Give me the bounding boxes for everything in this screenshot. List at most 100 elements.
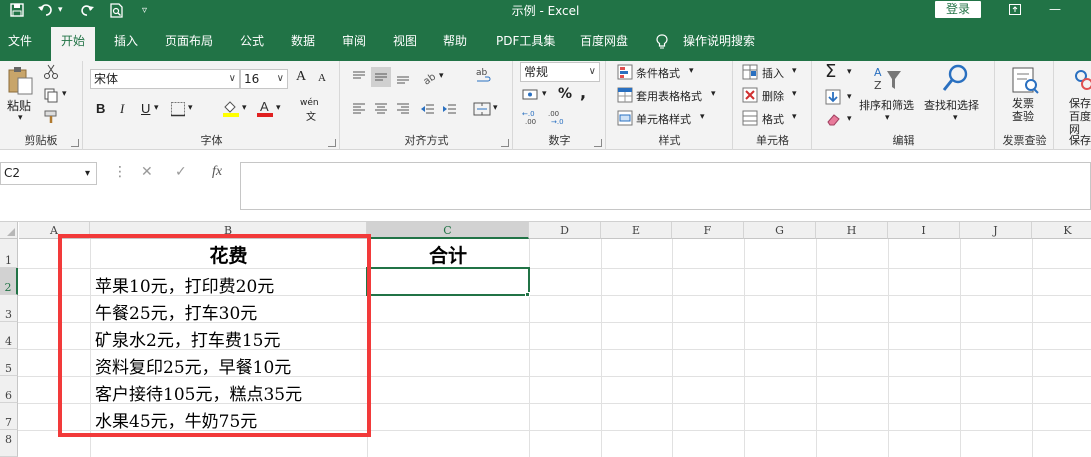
row-header-8[interactable]: 8 <box>0 430 18 457</box>
delete-cells-icon[interactable] <box>742 87 758 103</box>
column-header-i[interactable]: I <box>888 222 960 239</box>
align-top-icon[interactable] <box>351 69 367 85</box>
autosum-dropdown-icon[interactable]: ▾ <box>847 67 852 77</box>
delete-cells-button[interactable]: 删除 <box>762 88 784 104</box>
orientation-dropdown-icon[interactable]: ▾ <box>439 71 444 81</box>
find-select-dropdown-icon[interactable]: ▾ <box>953 113 958 123</box>
format-cells-dropdown-icon[interactable]: ▾ <box>792 112 797 122</box>
merge-center-icon[interactable] <box>473 101 491 117</box>
baidu-save-icon[interactable] <box>1071 67 1091 93</box>
column-header-h[interactable]: H <box>816 222 888 239</box>
cancel-icon[interactable]: ✕ <box>141 164 153 180</box>
row-header-3[interactable]: 3 <box>0 295 18 322</box>
font-color-dropdown-icon[interactable]: ▾ <box>276 103 281 113</box>
merge-dropdown-icon[interactable]: ▾ <box>493 103 498 113</box>
tell-me-search[interactable]: 操作说明搜索 <box>683 29 755 53</box>
format-painter-icon[interactable] <box>43 109 59 125</box>
fill-icon[interactable] <box>825 89 841 105</box>
sort-filter-icon[interactable]: AZ <box>871 65 905 95</box>
decrease-indent-icon[interactable] <box>419 101 435 117</box>
row-header-4[interactable]: 4 <box>0 322 18 349</box>
accounting-dropdown-icon[interactable]: ▾ <box>542 89 547 99</box>
percent-style-button[interactable]: % <box>558 86 572 102</box>
wrap-text-icon[interactable]: ab <box>475 67 491 83</box>
font-color-icon[interactable]: A <box>256 99 273 117</box>
formula-input[interactable] <box>240 162 1091 210</box>
select-all-button[interactable] <box>0 222 18 239</box>
redo-icon[interactable] <box>80 0 94 20</box>
more-options-icon[interactable]: ⋮ <box>113 164 127 180</box>
column-header-g[interactable]: G <box>744 222 816 239</box>
format-cells-icon[interactable] <box>742 110 758 126</box>
clear-icon[interactable] <box>825 111 841 127</box>
ribbon-display-options-icon[interactable] <box>1000 0 1030 20</box>
fill-color-dropdown-icon[interactable]: ▾ <box>242 103 247 113</box>
sort-filter-dropdown-icon[interactable]: ▾ <box>885 113 890 123</box>
invoice-check-button[interactable]: 发票 查验 <box>1012 97 1034 123</box>
tab-insert[interactable]: 插入 <box>114 29 138 53</box>
clear-dropdown-icon[interactable]: ▾ <box>847 114 852 124</box>
fill-color-icon[interactable] <box>222 99 239 117</box>
underline-dropdown-icon[interactable]: ▾ <box>154 103 159 113</box>
undo-dropdown-icon[interactable]: ▾ <box>58 0 63 20</box>
copy-icon[interactable] <box>43 87 59 103</box>
tab-formulas[interactable]: 公式 <box>240 29 264 53</box>
phonetic-guide-button[interactable]: wén <box>300 98 319 108</box>
cell-styles-dropdown-icon[interactable]: ▾ <box>700 112 705 122</box>
insert-cells-icon[interactable] <box>742 64 758 80</box>
baidu-save-button[interactable]: 保存 百度网 <box>1069 97 1091 136</box>
increase-decimal-icon[interactable]: ←.0.00 <box>522 109 542 126</box>
align-center-icon[interactable] <box>373 101 389 117</box>
row-header-1[interactable]: 1 <box>0 239 18 268</box>
bold-button[interactable]: B <box>96 101 105 116</box>
column-header-d[interactable]: D <box>529 222 601 239</box>
tab-pdf-tools[interactable]: PDF工具集 <box>496 29 555 53</box>
sort-filter-button[interactable]: 排序和筛选 <box>859 97 914 113</box>
italic-button[interactable]: I <box>120 101 124 117</box>
tab-page-layout[interactable]: 页面布局 <box>165 29 213 53</box>
column-header-c[interactable]: C <box>367 222 529 239</box>
number-launcher-icon[interactable] <box>594 139 602 147</box>
tab-help[interactable]: 帮助 <box>443 29 467 53</box>
number-format-select[interactable]: 常规 ∨ <box>520 62 600 82</box>
fill-handle[interactable] <box>525 292 530 297</box>
name-box[interactable]: C2 ▾ <box>0 162 97 185</box>
shrink-font-button[interactable]: A <box>318 72 326 84</box>
conditional-formatting-dropdown-icon[interactable]: ▾ <box>689 66 694 76</box>
clipboard-launcher-icon[interactable] <box>71 139 79 147</box>
align-middle-icon[interactable] <box>371 67 391 87</box>
tell-me-icon[interactable] <box>656 29 668 53</box>
phonetic-icon[interactable]: 文 <box>306 108 316 123</box>
alignment-launcher-icon[interactable] <box>501 139 509 147</box>
column-header-k[interactable]: K <box>1032 222 1091 239</box>
column-header-j[interactable]: J <box>960 222 1032 239</box>
tab-data[interactable]: 数据 <box>291 29 315 53</box>
font-name-select[interactable]: 宋体 ∨ <box>90 69 240 89</box>
format-as-table-dropdown-icon[interactable]: ▾ <box>711 89 716 99</box>
orientation-icon[interactable]: ab <box>421 69 439 87</box>
row-header-2[interactable]: 2 <box>0 268 18 295</box>
decrease-decimal-icon[interactable]: .00 →.0 <box>548 109 568 126</box>
tab-baidu-netdisk[interactable]: 百度网盘 <box>580 29 628 53</box>
invoice-check-icon[interactable] <box>1010 66 1040 94</box>
cell-styles-button[interactable]: 单元格样式 <box>636 111 691 127</box>
tab-view[interactable]: 视图 <box>393 29 417 53</box>
format-as-table-button[interactable]: 套用表格格式 <box>636 88 702 104</box>
comma-style-button[interactable]: , <box>580 83 586 102</box>
fill-dropdown-icon[interactable]: ▾ <box>847 92 852 102</box>
tab-home[interactable]: 开始 <box>51 27 96 61</box>
save-icon[interactable] <box>10 0 24 20</box>
customize-toolbar-icon[interactable]: ▿ <box>142 0 147 20</box>
accounting-format-icon[interactable] <box>522 87 538 103</box>
row-header-6[interactable]: 6 <box>0 376 18 403</box>
column-header-e[interactable]: E <box>601 222 672 239</box>
borders-icon[interactable] <box>170 101 186 117</box>
paste-icon[interactable] <box>6 66 34 96</box>
minimize-button[interactable]: — <box>1040 0 1070 20</box>
copy-dropdown-icon[interactable]: ▾ <box>62 89 67 99</box>
font-launcher-icon[interactable] <box>328 139 336 147</box>
insert-function-icon[interactable]: fx <box>212 164 222 180</box>
format-cells-button[interactable]: 格式 <box>762 111 784 127</box>
align-bottom-icon[interactable] <box>395 69 411 85</box>
increase-indent-icon[interactable] <box>441 101 457 117</box>
